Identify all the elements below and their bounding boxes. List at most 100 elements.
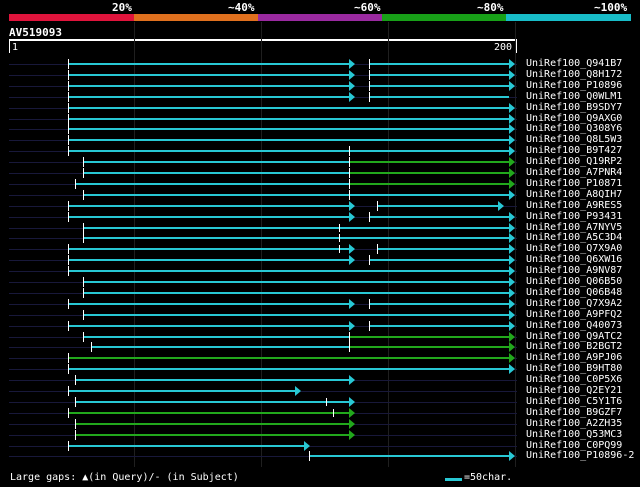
hit-alignment-bar[interactable]	[91, 346, 349, 348]
hit-alignment-bar[interactable]	[83, 227, 509, 229]
hit-alignment-bar[interactable]	[75, 401, 349, 403]
hit-label-link[interactable]: UniRef100_Q06B48	[526, 287, 622, 298]
hit-alignment-bar[interactable]	[349, 150, 509, 152]
hit-label-link[interactable]: UniRef100_A7PNR4	[526, 167, 622, 178]
hit-label-link[interactable]: UniRef100_B9SDY7	[526, 102, 622, 113]
hit-alignment-bar[interactable]	[377, 248, 509, 250]
hit-label-link[interactable]: UniRef100_Q7X9A2	[526, 298, 622, 309]
hit-alignment-bar[interactable]	[68, 390, 295, 392]
hit-alignment-bar[interactable]	[83, 172, 349, 174]
hit-label-link[interactable]: UniRef100_Q308Y6	[526, 123, 622, 134]
hit-label-link[interactable]: UniRef100_Q40073	[526, 320, 622, 331]
hit-label-link[interactable]: UniRef100_A5C3D4	[526, 232, 622, 243]
hit-label-link[interactable]: UniRef100_Q06B50	[526, 276, 622, 287]
hit-alignment-bar[interactable]	[369, 259, 509, 261]
hit-arrow-icon	[509, 277, 515, 287]
hit-arrow-icon	[509, 168, 515, 178]
hit-alignment-bar[interactable]	[83, 194, 349, 196]
hit-alignment-bar[interactable]	[68, 150, 349, 152]
hit-label-link[interactable]: UniRef100_C0P5X6	[526, 374, 622, 385]
hit-start-marker	[68, 70, 69, 80]
hit-label-link[interactable]: UniRef100_Q6XW16	[526, 254, 622, 265]
hit-label-link[interactable]: UniRef100_A9NV87	[526, 265, 622, 276]
hit-alignment-bar[interactable]	[369, 96, 509, 98]
hit-label-link[interactable]: UniRef100_Q19RP2	[526, 156, 622, 167]
hit-alignment-bar[interactable]	[68, 270, 509, 272]
hit-alignment-bar[interactable]	[68, 248, 349, 250]
hit-label-link[interactable]: UniRef100_P93431	[526, 211, 622, 222]
hit-alignment-bar[interactable]	[369, 85, 509, 87]
hit-start-marker	[68, 321, 69, 331]
hit-label-link[interactable]: UniRef100_P10896-2	[526, 450, 634, 461]
hit-alignment-bar[interactable]	[68, 259, 349, 261]
hit-alignment-bar[interactable]	[68, 139, 509, 141]
hit-alignment-bar[interactable]	[68, 107, 509, 109]
hit-alignment-bar[interactable]	[68, 128, 509, 130]
hit-alignment-bar[interactable]	[369, 63, 509, 65]
hit-alignment-bar[interactable]	[68, 96, 349, 98]
hit-label-link[interactable]: UniRef100_Q2EY21	[526, 385, 622, 396]
hit-label-link[interactable]: UniRef100_A8QIH7	[526, 189, 622, 200]
hit-start-marker	[75, 397, 76, 407]
hit-label-link[interactable]: UniRef100_Q941B7	[526, 58, 622, 69]
hit-arrow-icon	[304, 441, 310, 451]
hit-alignment-bar[interactable]	[349, 183, 509, 185]
hit-alignment-bar[interactable]	[309, 455, 509, 457]
hit-label-link[interactable]: UniRef100_A9PJ06	[526, 352, 622, 363]
hit-arrow-icon	[498, 201, 504, 211]
hit-alignment-bar[interactable]	[68, 357, 509, 359]
hit-label-link[interactable]: UniRef100_Q8H172	[526, 69, 622, 80]
hit-alignment-bar[interactable]	[83, 336, 349, 338]
hit-label-link[interactable]: UniRef100_Q53MC3	[526, 429, 622, 440]
hit-alignment-bar[interactable]	[68, 325, 349, 327]
hit-label-link[interactable]: UniRef100_A9RES5	[526, 200, 622, 211]
hit-alignment-bar[interactable]	[68, 303, 349, 305]
hit-alignment-bar[interactable]	[349, 161, 509, 163]
identity-label-100: ~100%	[594, 1, 628, 14]
hit-alignment-bar[interactable]	[68, 85, 349, 87]
hit-alignment-bar[interactable]	[83, 237, 509, 239]
hit-alignment-bar[interactable]	[83, 161, 349, 163]
hit-start-marker	[68, 408, 69, 418]
hit-alignment-bar[interactable]	[369, 74, 509, 76]
hit-alignment-bar[interactable]	[83, 281, 509, 283]
hit-alignment-bar[interactable]	[369, 325, 509, 327]
hit-label-link[interactable]: UniRef100_P10896	[526, 80, 622, 91]
hit-alignment-bar[interactable]	[75, 183, 349, 185]
hit-label-link[interactable]: UniRef100_P10871	[526, 178, 622, 189]
hit-label-link[interactable]: UniRef100_B9T427	[526, 145, 622, 156]
hit-alignment-bar[interactable]	[68, 205, 349, 207]
hit-alignment-bar[interactable]	[68, 445, 304, 447]
hit-alignment-bar[interactable]	[75, 423, 349, 425]
hit-label-link[interactable]: UniRef100_A2ZH35	[526, 418, 622, 429]
hit-alignment-bar[interactable]	[83, 314, 509, 316]
identity-band-40	[134, 14, 258, 21]
hit-label-link[interactable]: UniRef100_B9HT80	[526, 363, 622, 374]
hit-alignment-bar[interactable]	[369, 303, 509, 305]
hit-alignment-bar[interactable]	[75, 434, 349, 436]
hit-arrow-icon	[509, 288, 515, 298]
hit-alignment-bar[interactable]	[377, 205, 498, 207]
hit-alignment-bar[interactable]	[369, 216, 509, 218]
hit-alignment-bar[interactable]	[75, 379, 349, 381]
hit-alignment-bar[interactable]	[83, 292, 509, 294]
hit-alignment-bar[interactable]	[68, 368, 509, 370]
hit-alignment-bar[interactable]	[349, 172, 509, 174]
hit-arrow-icon	[509, 81, 515, 91]
hit-alignment-bar[interactable]	[68, 63, 349, 65]
hit-label-link[interactable]: UniRef100_Q8L5W3	[526, 134, 622, 145]
hit-alignment-bar[interactable]	[68, 74, 349, 76]
hit-alignment-bar[interactable]	[68, 118, 509, 120]
hit-alignment-bar[interactable]	[68, 412, 349, 414]
hit-label-link[interactable]: UniRef100_Q7X9A0	[526, 243, 622, 254]
hit-label-link[interactable]: UniRef100_A9PFQ2	[526, 309, 622, 320]
hit-label-link[interactable]: UniRef100_Q0WLM1	[526, 91, 622, 102]
hit-alignment-bar[interactable]	[349, 336, 509, 338]
hit-label-link[interactable]: UniRef100_B2BGT2	[526, 341, 622, 352]
hit-alignment-bar[interactable]	[68, 216, 349, 218]
hit-alignment-bar[interactable]	[349, 346, 509, 348]
hit-label-link[interactable]: UniRef100_C5Y1T6	[526, 396, 622, 407]
hit-label-link[interactable]: UniRef100_B9GZF7	[526, 407, 622, 418]
hit-start-marker	[83, 310, 84, 320]
hit-alignment-bar[interactable]	[349, 194, 509, 196]
